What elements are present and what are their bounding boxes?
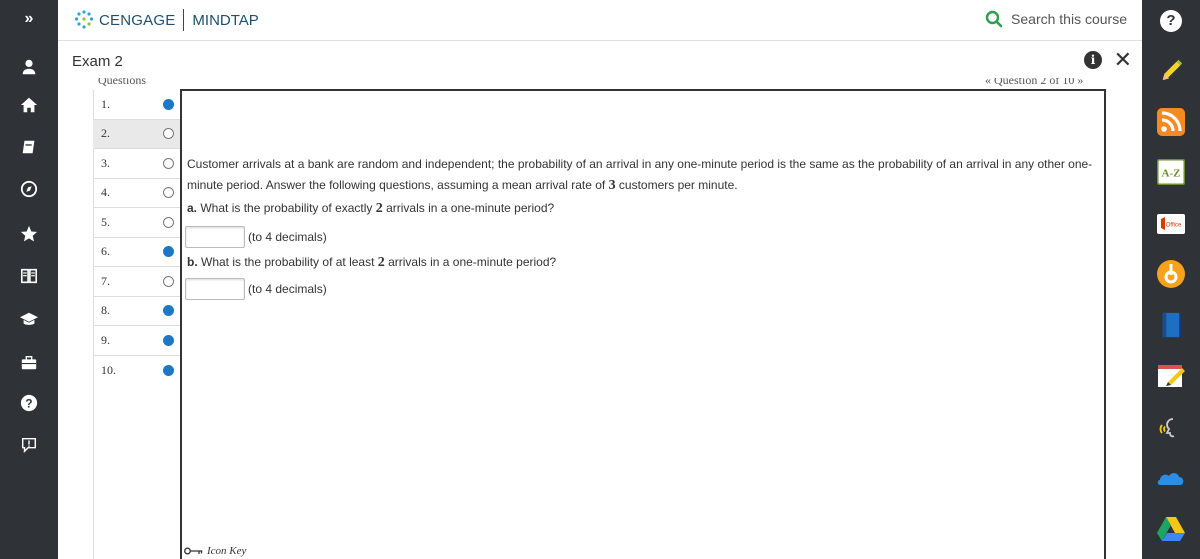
search-input[interactable]: Search this course — [1011, 11, 1127, 27]
pencil-icon — [1160, 59, 1183, 83]
unanswered-indicator — [163, 157, 174, 169]
brand-name: CENGAGE — [99, 11, 176, 29]
notes-icon — [1158, 365, 1185, 387]
question-navigation[interactable]: « Question 2 of 10 » — [985, 78, 1083, 86]
answered-indicator — [163, 246, 174, 258]
part-b-answer-input[interactable] — [185, 278, 245, 300]
unanswered-indicator — [163, 216, 174, 228]
question-item-5[interactable]: 5. — [93, 208, 180, 238]
readspeaker-app[interactable] — [1156, 413, 1186, 443]
part-b-prompt: b. What is the probability of at least 2… — [187, 255, 557, 270]
unanswered-indicator — [163, 187, 174, 199]
question-item-7[interactable]: 7. — [93, 267, 180, 297]
answered-indicator — [163, 334, 174, 346]
notes-app[interactable] — [1156, 360, 1186, 390]
graduation-cap-icon[interactable] — [0, 306, 58, 332]
question-item-6[interactable]: 6. — [93, 238, 180, 267]
compass-icon[interactable] — [0, 176, 58, 202]
rss-icon — [1157, 108, 1185, 136]
mindtap-app: » ? CENGAGE MINDTAP Search this course ?… — [0, 0, 1200, 559]
key-icon — [184, 547, 203, 555]
question-item-10[interactable]: 10. — [93, 356, 180, 386]
part-a-hint: (to 4 decimals) — [248, 230, 327, 244]
briefcase-icon[interactable] — [0, 350, 58, 376]
brand[interactable]: CENGAGE MINDTAP — [73, 9, 259, 31]
expand-rail-button[interactable]: » — [0, 10, 58, 28]
answered-indicator — [163, 305, 174, 317]
arrival-rate: 3 — [608, 178, 616, 193]
help-icon[interactable]: ? — [0, 390, 58, 416]
help-button[interactable]: ? — [1160, 10, 1182, 32]
answered-indicator — [163, 98, 174, 110]
answered-indicator — [163, 364, 174, 376]
office-icon: Office — [1157, 214, 1185, 234]
part-a-prompt: a. What is the probability of exactly 2 … — [187, 201, 555, 216]
question-item-9[interactable]: 9. — [93, 326, 180, 356]
unanswered-indicator — [163, 275, 174, 287]
question-item-4[interactable]: 4. — [93, 179, 180, 208]
google-drive-app[interactable] — [1156, 513, 1186, 543]
merriam-icon — [1157, 260, 1185, 288]
info-icon[interactable]: i — [1084, 51, 1102, 69]
part-b-hint: (to 4 decimals) — [248, 282, 327, 296]
readspeaker-icon — [1159, 418, 1175, 438]
exam-title: Exam 2 — [72, 52, 123, 70]
top-header: CENGAGE MINDTAP Search this course — [58, 0, 1142, 41]
search-icon — [985, 10, 1003, 28]
notebook-icon[interactable] — [0, 134, 58, 160]
book-app[interactable] — [1156, 310, 1186, 340]
office-app[interactable]: Office — [1156, 209, 1186, 239]
svg-text:Office: Office — [1166, 223, 1182, 229]
feedback-icon[interactable] — [0, 432, 58, 458]
question-item-2[interactable]: 2. — [93, 119, 180, 149]
left-navigation-rail: » ? — [0, 0, 58, 559]
course-search[interactable]: Search this course — [985, 10, 1127, 28]
product-name: MINDTAP — [192, 11, 259, 29]
a-z-dictionary-app[interactable]: A-Z — [1156, 157, 1186, 187]
blue-book-icon — [1162, 312, 1182, 338]
close-icon[interactable]: ✕ — [1114, 47, 1132, 73]
cengage-logo-icon — [74, 10, 94, 29]
question-list: 1. 2. 3. 4. 5. 6. 7. 8. 9. 10. — [93, 90, 180, 385]
question-item-3[interactable]: 3. — [93, 149, 180, 179]
star-icon[interactable] — [0, 221, 58, 247]
home-icon[interactable] — [0, 92, 58, 118]
onedrive-icon — [1157, 473, 1184, 485]
user-icon[interactable] — [0, 54, 58, 80]
right-apps-rail: ? A-Z Office — [1142, 0, 1200, 559]
onedrive-app[interactable] — [1156, 463, 1186, 493]
icon-key-link[interactable]: Icon Key — [184, 545, 246, 557]
question-item-8[interactable]: 8. — [93, 297, 180, 326]
part-a-answer-input[interactable] — [185, 226, 245, 248]
part-b-answer-row: (to 4 decimals) — [185, 278, 327, 300]
google-drive-icon — [1157, 517, 1185, 541]
svg-text:?: ? — [25, 398, 32, 411]
svg-text:A-Z: A-Z — [1162, 168, 1181, 180]
question-stem: Customer arrivals at a bank are random a… — [187, 157, 1093, 193]
questions-header: Questions — [98, 78, 146, 86]
pencil-app[interactable] — [1156, 55, 1186, 85]
merriam-app[interactable] — [1156, 259, 1186, 289]
question-item-1[interactable]: 1. — [93, 90, 180, 120]
part-a-answer-row: (to 4 decimals) — [185, 226, 327, 248]
brand-divider — [183, 9, 185, 31]
book-icon[interactable] — [0, 263, 58, 289]
a-z-icon: A-Z — [1157, 159, 1185, 185]
question-panel: Customer arrivals at a bank are random a… — [180, 89, 1106, 559]
unanswered-indicator — [163, 128, 174, 140]
rss-app[interactable] — [1156, 107, 1186, 137]
exam-header: Exam 2 i ✕ — [58, 42, 1142, 80]
